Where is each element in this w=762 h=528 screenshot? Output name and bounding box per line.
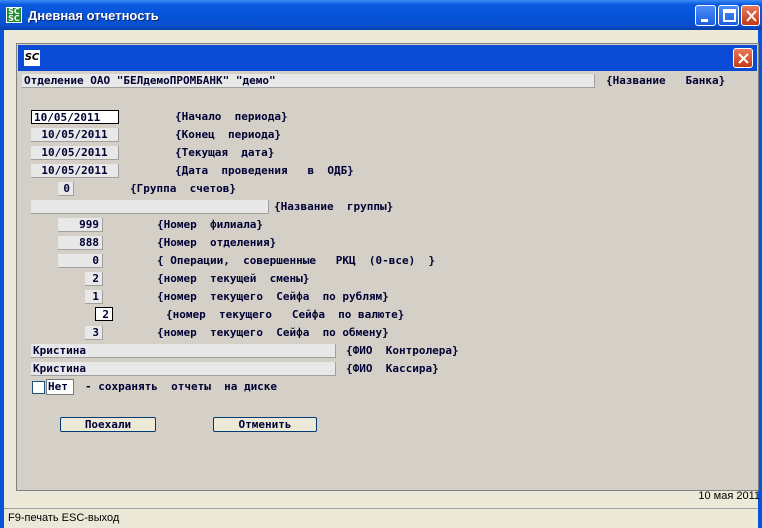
branch-number-input[interactable]: 999 [58,218,103,232]
account-group-label: {Группа счетов} [130,182,236,195]
close-button[interactable] [741,5,760,26]
close-icon [746,10,757,22]
shift-number-input[interactable]: 2 [85,272,103,286]
maximize-button[interactable] [718,5,739,26]
cashier-name-input[interactable]: Кристина [31,362,336,376]
account-group-input[interactable]: 0 [58,182,74,196]
go-button[interactable]: Поехали [60,417,156,432]
window-titlebar: SC SC Дневная отчетность [0,0,762,30]
close-icon [738,53,749,64]
save-reports-checkbox[interactable] [32,381,45,394]
rkc-operations-input[interactable]: 0 [58,254,103,268]
app-icon: SC SC [6,7,22,23]
maximize-icon [723,9,736,22]
branch-number-label: {Номер филиала} [157,218,263,231]
form-titlebar: SC [18,45,757,71]
odb-date-input[interactable]: 10/05/2011 [31,164,119,178]
bank-name-label: {Название Банка} [606,74,726,87]
period-start-label: {Начало периода} [175,110,288,123]
cashier-name-label: {ФИО Кассира} [346,362,439,375]
minimize-button[interactable] [695,5,716,26]
status-bar: F9-печать ESC-выход [4,508,758,528]
save-reports-value[interactable]: Нет [46,379,74,395]
safe-rubles-label: {номер текущего Сейфа по рублям} [157,290,389,303]
period-start-input[interactable]: 10/05/2011 [31,110,119,124]
window-frame-left [0,30,4,528]
rkc-operations-label: { Операции, совершенные РКЦ (0-все) } [157,254,436,267]
current-date-label: {Текущая дата} [175,146,275,159]
group-name-label: {Название группы} [274,200,394,213]
department-number-label: {Номер отделения} [157,236,277,249]
form-close-button[interactable] [733,48,753,68]
safe-rubles-input[interactable]: 1 [85,290,103,304]
current-date-input[interactable]: 10/05/2011 [31,146,119,160]
bank-name-field[interactable]: Отделение ОАО "БЕЛдемоПРОМБАНК" "демо" [22,74,595,88]
odb-date-label: {Дата проведения в ОДБ} [175,164,354,177]
cancel-button[interactable]: Отменить [213,417,317,432]
safe-currency-input[interactable]: 2 [95,307,113,321]
period-end-input[interactable]: 10/05/2011 [31,128,119,142]
period-end-label: {Конец периода} [175,128,281,141]
date-stamp: 10 мая 2011 [698,490,760,502]
safe-exchange-label: {номер текущего Сейфа по обмену} [157,326,389,339]
safe-currency-label: {номер текущего Сейфа по валюте} [166,308,405,321]
group-name-field[interactable] [31,200,269,214]
controller-name-label: {ФИО Контролера} [346,344,459,357]
controller-name-input[interactable]: Кристина [31,344,336,358]
save-reports-label: - сохранять отчеты на диске [85,380,278,393]
minimize-icon [701,19,708,22]
safe-exchange-input[interactable]: 3 [85,326,103,340]
window-title: Дневная отчетность [28,8,159,23]
department-number-input[interactable]: 888 [58,236,103,250]
shift-number-label: {номер текущей смены} [157,272,310,285]
sc-icon: SC [24,50,40,66]
